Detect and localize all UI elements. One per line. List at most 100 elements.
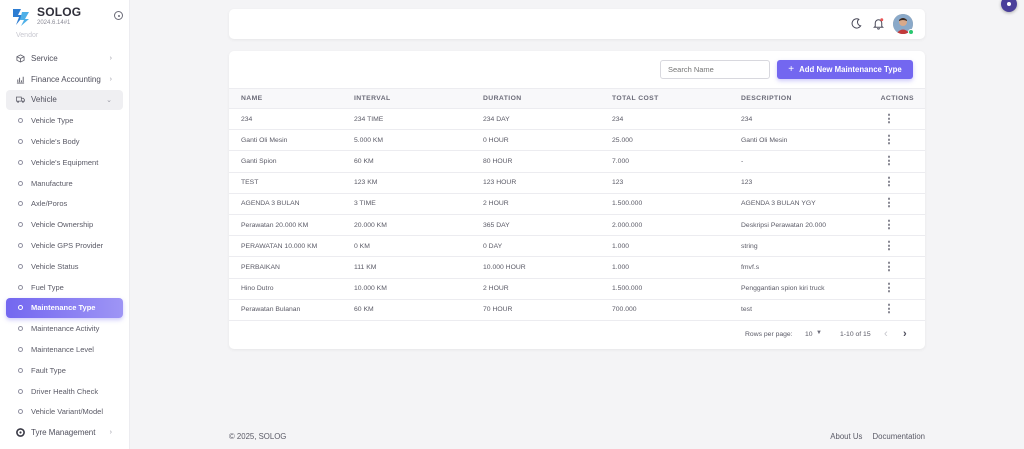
cell-actions: ⋮ [859, 278, 925, 300]
sidebar-item-tyre-management[interactable]: Tyre Management › [6, 422, 123, 443]
sidebar-subitem-label: Vehicle Type [31, 116, 74, 126]
sidebar: SOLOG 2024.6.14#1 Vendor Service › Finan… [0, 0, 130, 449]
sidebar-subitem-label: Vehicle Status [31, 261, 79, 271]
sidebar-subitem-vehicles-body[interactable]: Vehicle's Body [6, 131, 123, 152]
sidebar-subitem-maintenance-level[interactable]: Maintenance Level [6, 339, 123, 360]
maintenance-type-card: + Add New Maintenance Type NAME INTERVAL… [229, 51, 925, 349]
sidebar-subitem-vehicle-gps-provider[interactable]: Vehicle GPS Provider [6, 235, 123, 256]
sidebar-subitem-driver-health-check[interactable]: Driver Health Check [6, 381, 123, 402]
more-vertical-icon[interactable]: ⋮ [884, 240, 895, 251]
chevron-left-icon[interactable]: ‹ [884, 328, 888, 340]
cell-name: AGENDA 3 BULAN [229, 193, 354, 215]
more-vertical-icon[interactable]: ⋮ [884, 134, 895, 145]
sidebar-subitem-label: Vehicle Ownership [31, 220, 94, 230]
sidebar-item-vendor[interactable]: Vendor [16, 32, 38, 39]
sidebar-subitem-label: Driver Health Check [31, 386, 99, 396]
table-row: Ganti Oli Mesin 5.000 KM 0 HOUR 25.000 G… [229, 129, 925, 152]
more-vertical-icon[interactable]: ⋮ [884, 198, 895, 209]
chevron-right-icon[interactable]: › [903, 328, 907, 340]
cell-duration: 70 HOUR [483, 299, 612, 321]
cell-name: Perawatan 20.000 KM [229, 214, 354, 237]
chevron-down-icon: ⌄ [106, 96, 112, 104]
chevron-right-icon: › [109, 75, 112, 83]
cell-actions: ⋮ [859, 193, 925, 215]
sidebar-collapse-icon[interactable] [114, 11, 123, 20]
rows-per-page-select[interactable]: 10 [805, 331, 813, 338]
truck-icon [16, 95, 25, 104]
sidebar-subitem-label: Fault Type [31, 365, 66, 375]
column-header-interval[interactable]: INTERVAL [354, 88, 483, 109]
sidebar-subitem-axle-poros[interactable]: Axle/Poros [6, 194, 123, 215]
footer-link-documentation[interactable]: Documentation [873, 432, 925, 441]
circle-icon [18, 326, 23, 332]
cell-interval: 60 KM [354, 150, 483, 173]
cell-interval: 5.000 KM [354, 129, 483, 152]
cell-description: 123 [741, 172, 859, 194]
sidebar-subitem-fuel-type[interactable]: Fuel Type [6, 277, 123, 298]
sidebar-subitem-vehicle-type[interactable]: Vehicle Type [6, 110, 123, 131]
plus-icon: + [788, 64, 795, 75]
online-status-badge [908, 29, 914, 35]
cell-description: Deskripsi Perawatan 20.000 [741, 214, 859, 237]
sidebar-item-label: Finance Accounting [31, 74, 101, 84]
circle-icon [18, 409, 23, 415]
search-input[interactable] [660, 60, 770, 79]
more-vertical-icon[interactable]: ⋮ [884, 155, 895, 166]
more-vertical-icon[interactable]: ⋮ [884, 283, 895, 294]
cell-duration: 2 HOUR [483, 193, 612, 215]
sidebar-subitem-maintenance-type[interactable]: Maintenance Type [6, 297, 123, 319]
sidebar-subitem-vehicles-equipment[interactable]: Vehicle's Equipment [6, 152, 123, 173]
cell-description: AGENDA 3 BULAN YGY [741, 193, 859, 215]
cell-name: Hino Dutro [229, 278, 354, 300]
more-vertical-icon[interactable]: ⋮ [884, 113, 895, 124]
brand-version: 2024.6.14#1 [37, 20, 71, 26]
sidebar-item-service[interactable]: Service › [6, 48, 123, 69]
cell-duration: 80 HOUR [483, 150, 612, 173]
cell-duration: 2 HOUR [483, 278, 612, 300]
column-header-duration[interactable]: DURATION [483, 88, 612, 109]
notification-bell-icon[interactable] [872, 17, 885, 30]
column-header-total-cost[interactable]: TOTAL COST [612, 88, 741, 109]
sidebar-subitem-fault-type[interactable]: Fault Type [6, 360, 123, 381]
sidebar-item-vehicle[interactable]: Vehicle ⌄ [6, 89, 123, 111]
sidebar-subitem-label: Fuel Type [31, 282, 64, 292]
floating-help-icon[interactable] [1001, 0, 1017, 12]
sidebar-item-finance-accounting[interactable]: Finance Accounting › [6, 69, 123, 90]
table-row: PERAWATAN 10.000 KM 0 KM 0 DAY 1.000 str… [229, 235, 925, 258]
add-maintenance-type-button[interactable]: + Add New Maintenance Type [777, 60, 913, 79]
tyre-icon [16, 428, 25, 438]
sidebar-subitem-manufacture[interactable]: Manufacture [6, 173, 123, 194]
footer-link-about-us[interactable]: About Us [830, 432, 862, 441]
cell-interval: 10.000 KM [354, 278, 483, 300]
table-row: PERBAIKAN 111 KM 10.000 HOUR 1.000 fmvf.… [229, 256, 925, 279]
cell-interval: 123 KM [354, 172, 483, 194]
cell-total-cost: 2.000.000 [612, 214, 741, 237]
more-vertical-icon[interactable]: ⋮ [884, 219, 895, 230]
sidebar-subitem-vehicle-variant-model[interactable]: Vehicle Variant/Model [6, 402, 123, 423]
more-vertical-icon[interactable]: ⋮ [884, 261, 895, 272]
cell-description: Penggantian spion kiri truck [741, 278, 859, 300]
maintenance-type-table: NAME INTERVAL DURATION TOTAL COST DESCRI… [229, 88, 925, 321]
circle-icon [18, 243, 23, 249]
more-vertical-icon[interactable]: ⋮ [884, 177, 895, 188]
sidebar-subitem-vehicle-ownership[interactable]: Vehicle Ownership [6, 214, 123, 235]
cell-description: - [741, 150, 859, 173]
sidebar-item-label: Vehicle [31, 95, 57, 105]
sidebar-item-label: Service [31, 53, 58, 63]
table-row: AGENDA 3 BULAN 3 TIME 2 HOUR 1.500.000 A… [229, 193, 925, 215]
more-vertical-icon[interactable]: ⋮ [884, 304, 895, 315]
theme-toggle-icon[interactable] [850, 17, 863, 30]
column-header-name[interactable]: NAME [229, 88, 354, 109]
cell-name: Perawatan Bulanan [229, 299, 354, 321]
cell-duration: 0 HOUR [483, 129, 612, 152]
sidebar-subitem-vehicle-status[interactable]: Vehicle Status [6, 256, 123, 277]
column-header-description[interactable]: DESCRIPTION [741, 88, 859, 109]
cell-total-cost: 123 [612, 172, 741, 194]
cell-duration: 10.000 HOUR [483, 256, 612, 279]
cell-interval: 0 KM [354, 235, 483, 258]
caret-down-icon[interactable]: ▼ [816, 330, 822, 336]
footer-links: About Us Documentation [822, 432, 925, 441]
sidebar-subitem-maintenance-activity[interactable]: Maintenance Activity [6, 318, 123, 339]
brand[interactable]: SOLOG 2024.6.14#1 [10, 6, 81, 28]
footer-copyright: © 2025, SOLOG [229, 432, 287, 441]
